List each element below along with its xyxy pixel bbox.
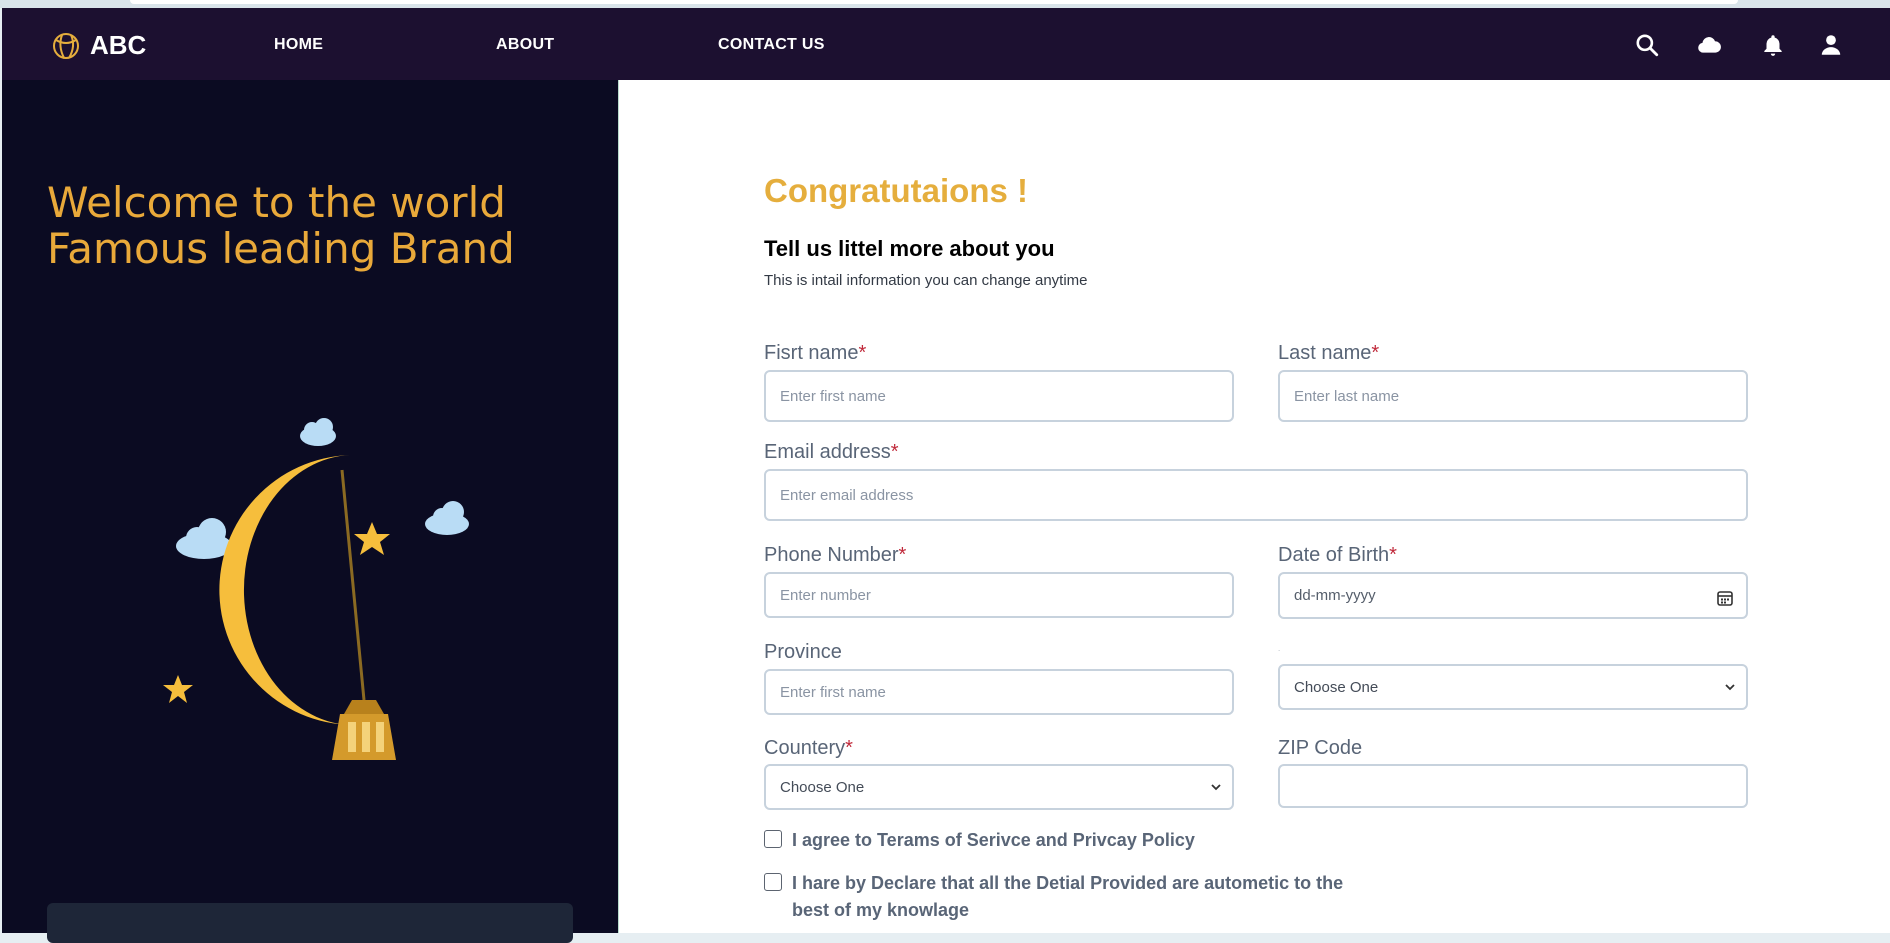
first-name-input[interactable]	[764, 370, 1234, 422]
country-label: Countery*	[764, 737, 853, 760]
province-label: Province	[764, 641, 842, 664]
declare-label-line-1: I hare by Declare that all the Detial Pr…	[792, 873, 1344, 893]
province-select-value: Choose One	[1294, 678, 1379, 696]
crescent-moon	[219, 455, 359, 726]
brand-name: ABC	[90, 30, 147, 60]
crescent-moon-lantern-illustration	[163, 418, 469, 760]
basketball-icon	[53, 32, 79, 59]
country-select[interactable]: Choose One	[764, 764, 1234, 810]
chevron-down-icon	[1725, 684, 1735, 691]
required-mark: *	[845, 737, 853, 759]
zip-label-text: ZIP Code	[1278, 737, 1363, 759]
left-bottom-card	[47, 903, 573, 943]
agree-terms-label: I agree to Terams of Serivce and Privcay…	[792, 830, 1195, 850]
dob-label: Date of Birth*	[1278, 544, 1397, 567]
province-label-text: Province	[764, 641, 842, 663]
agree-terms-checkbox[interactable]	[764, 830, 782, 848]
top-navbar: ABC HOME ABOUT CONTACT US	[2, 8, 1890, 80]
phone-label: Phone Number*	[764, 544, 906, 567]
search-icon[interactable]	[1634, 32, 1660, 58]
email-label: Email address*	[764, 441, 899, 464]
phone-label-text: Phone Number	[764, 544, 899, 566]
required-mark: *	[898, 544, 907, 566]
bell-icon[interactable]	[1760, 32, 1786, 58]
form-description: This is intail information you can chang…	[764, 272, 1088, 289]
declare-option[interactable]: I hare by Declare that all the Detial Pr…	[764, 870, 1343, 924]
last-name-label: Last name*	[1278, 342, 1379, 365]
province-input[interactable]	[764, 669, 1234, 715]
left-hero-panel: Welcome to the world Famous leading Bran…	[2, 80, 618, 943]
nav-contact-us[interactable]: CONTACT US	[718, 36, 825, 54]
dob-label-text: Date of Birth	[1278, 544, 1390, 566]
lantern-string	[340, 469, 366, 701]
declare-checkbox[interactable]	[764, 873, 782, 891]
agree-terms-option[interactable]: I agree to Terams of Serivce and Privcay…	[764, 827, 1195, 854]
nav-home[interactable]: HOME	[274, 36, 323, 54]
brand-logo[interactable]: ABC	[52, 30, 146, 61]
zip-label: ZIP Code	[1278, 737, 1362, 760]
email-label-text: Email address	[764, 441, 891, 463]
last-name-input[interactable]	[1278, 370, 1748, 422]
required-mark: *	[890, 441, 899, 463]
zip-input[interactable]	[1278, 764, 1748, 808]
phone-input[interactable]	[764, 572, 1234, 618]
first-name-label-text: Fisrt name	[764, 342, 859, 364]
calendar-icon[interactable]	[1716, 589, 1734, 607]
declare-label: I hare by Declare that all the Detial Pr…	[792, 870, 1343, 924]
hero-heading: Welcome to the world Famous leading Bran…	[47, 180, 567, 272]
dob-input[interactable]: dd-mm-yyyy	[1278, 572, 1748, 619]
required-mark: *	[1371, 342, 1380, 364]
cloud-decoration	[176, 418, 469, 559]
declare-label-line-2: best of my knowlage	[792, 900, 970, 920]
cloud-icon[interactable]	[1696, 32, 1722, 58]
hero-line-1: Welcome to the world	[47, 178, 506, 227]
browser-top-strip	[0, 0, 1890, 8]
required-mark: *	[858, 342, 867, 364]
province-select-label: .	[1278, 644, 1281, 653]
first-name-label: Fisrt name*	[764, 342, 866, 365]
form-subtitle: Tell us littel more about you	[764, 236, 1055, 261]
required-mark: *	[1389, 544, 1397, 566]
country-select-value: Choose One	[780, 778, 865, 796]
last-name-label-text: Last name	[1278, 342, 1372, 364]
country-label-text: Countery	[764, 737, 846, 759]
province-select[interactable]: Choose One	[1278, 664, 1748, 710]
dob-value: dd-mm-yyyy	[1294, 587, 1376, 604]
lantern	[332, 700, 396, 760]
registration-form-panel: Congratutaions ! Tell us littel more abo…	[618, 80, 1890, 933]
nav-about[interactable]: ABOUT	[496, 36, 554, 54]
chevron-down-icon	[1211, 784, 1221, 791]
browser-tab-edge	[130, 0, 1738, 4]
form-title: Congratutaions !	[764, 172, 1028, 209]
user-icon[interactable]	[1818, 32, 1844, 58]
email-input[interactable]	[764, 469, 1748, 521]
hero-line-2: Famous leading Brand	[47, 224, 515, 273]
